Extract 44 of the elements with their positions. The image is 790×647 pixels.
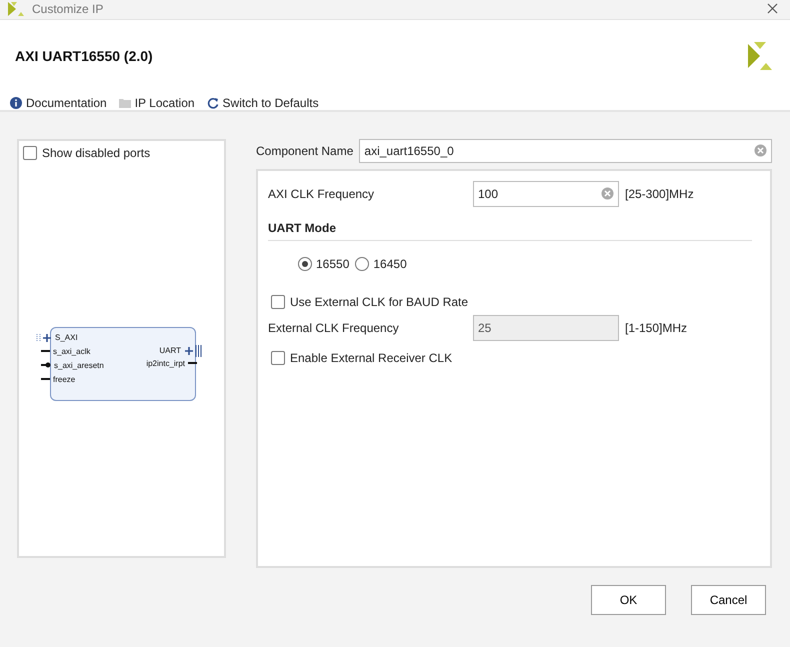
port-label: s_axi_aresetn [54, 360, 104, 370]
signal-pin-icon [41, 377, 50, 382]
parameter-label: External CLK Frequency [268, 320, 400, 335]
radio-option[interactable]: 16550 [298, 256, 350, 271]
parameter-label: AXI CLK Frequency [268, 186, 376, 201]
range-label: [25-300]MHz [625, 186, 694, 201]
clear-icon[interactable] [754, 144, 767, 158]
component-name-label: Component Name [256, 144, 354, 158]
dialog-button[interactable]: Cancel [691, 585, 766, 616]
port-label: s_axi_aclk [53, 346, 90, 356]
parameter-field[interactable]: 100 [473, 180, 619, 207]
section-heading: UART Mode [268, 210, 752, 241]
checkbox-icon[interactable] [271, 350, 285, 365]
bus-pin-icon [184, 344, 202, 357]
window-title: Customize IP [32, 2, 104, 16]
toolbar-link[interactable]: Documentation [10, 96, 107, 110]
app-logo-icon [8, 2, 24, 16]
port-label: ip2intc_irpt [146, 358, 185, 368]
parameter-input[interactable]: 100 [474, 182, 601, 206]
toolbar-link[interactable]: IP Location [118, 96, 195, 110]
range-label: [1-150]MHz [625, 320, 688, 335]
dialog-button[interactable]: OK [591, 585, 666, 616]
checkbox-label: Enable External Receiver CLK [290, 350, 452, 365]
signal-pin-icon [41, 349, 50, 354]
port-label: freeze [53, 374, 76, 384]
refresh-icon [206, 96, 219, 109]
info-icon [10, 96, 22, 109]
checkbox-label: Show disabled ports [42, 146, 150, 160]
ip-title: AXI UART16550 (2.0) [14, 48, 153, 64]
signal-pin-icon [188, 361, 197, 366]
bus-pin-icon [36, 332, 52, 343]
reset-pin-icon [41, 362, 51, 368]
folder-icon [118, 98, 131, 108]
radio-icon[interactable] [355, 256, 370, 271]
radio-option[interactable]: 16450 [355, 256, 407, 271]
checkbox-label: Use External CLK for BAUD Rate [290, 294, 468, 309]
checkbox-icon[interactable] [23, 146, 37, 160]
logo-icon [746, 42, 774, 70]
clear-icon[interactable] [601, 187, 614, 200]
port-label: UART [159, 346, 181, 356]
toolbar-link[interactable]: Switch to Defaults [206, 96, 319, 110]
port-label: S_AXI [55, 333, 78, 342]
checkbox-icon[interactable] [271, 294, 285, 309]
radio-icon[interactable] [298, 256, 312, 271]
